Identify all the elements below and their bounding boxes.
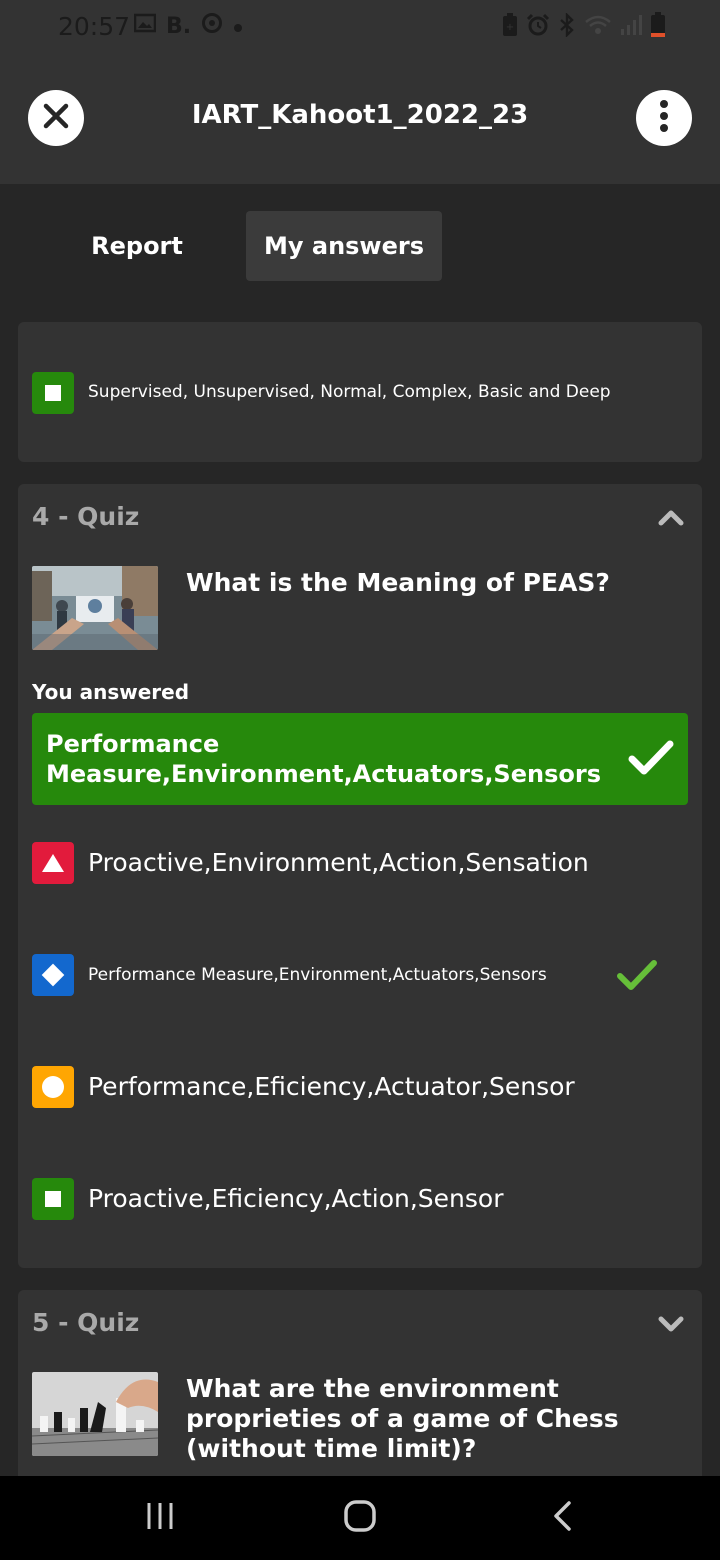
b-app-icon: B. [166,14,192,39]
question-image [32,566,158,650]
correct-check-icon [616,958,658,996]
option-text: Proactive,Environment,Action,Sensation [88,848,589,877]
you-answered-label: You answered [32,680,190,704]
question-number: 4 - Quiz [32,502,140,531]
close-button[interactable] [28,90,84,146]
header: IART_Kahoot1_2022_23 [0,56,720,184]
question-card-3: Supervised, Unsupervised, Normal, Comple… [18,322,702,462]
image-icon [133,13,157,41]
question-card-5[interactable]: 5 - Quiz What are the environment propri… [18,1290,702,1476]
question-card-4: 4 - Quiz What is the Meaning of PEAS? Yo… [18,484,702,1268]
wifi-icon [584,14,612,40]
answers-list[interactable]: Supervised, Unsupervised, Normal, Comple… [0,322,720,1476]
alarm-icon [526,13,550,41]
bluetooth-icon [558,12,576,41]
status-bar: 20:57 B. + [0,0,720,56]
battery-saver-icon: + [502,13,518,41]
collapse-button[interactable] [658,510,684,530]
more-options-button[interactable] [636,90,692,146]
home-icon [343,1499,377,1537]
tab-bar: Report My answers [0,184,720,310]
your-answer-box: Performance Measure,Environment,Actuator… [32,713,688,805]
back-button[interactable] [532,1498,592,1538]
status-time: 20:57 [58,12,131,41]
page-title: IART_Kahoot1_2022_23 [191,100,529,130]
sync-app-icon [201,12,223,42]
navigation-bar [0,1476,720,1560]
option-text: Proactive,Eficiency,Action,Sensor [88,1184,504,1213]
chevron-down-icon [658,1316,684,1336]
option-text: Supervised, Unsupervised, Normal, Comple… [88,382,611,402]
question-number: 5 - Quiz [32,1308,140,1337]
tab-my-answers[interactable]: My answers [246,211,442,281]
dot-icon [233,13,243,41]
chevron-up-icon [658,510,684,530]
triangle-shape-icon [32,842,74,884]
diamond-shape-icon [32,954,74,996]
status-right-icons: + [502,12,666,42]
tab-report[interactable]: Report [68,211,206,281]
more-vertical-icon [659,99,669,137]
question-text: What is the Meaning of PEAS? [186,568,610,597]
option-text: Performance Measure,Environment,Actuator… [88,965,547,985]
signal-icon [620,14,642,40]
recent-apps-icon [145,1501,175,1535]
square-shape-icon [32,372,74,414]
status-left-icons: B. [133,12,243,42]
question-image [32,1372,158,1456]
recent-apps-button[interactable] [130,1498,190,1538]
home-button[interactable] [330,1498,390,1538]
svg-text:+: + [506,22,514,33]
battery-low-icon [650,12,666,42]
circle-shape-icon [32,1066,74,1108]
your-answer-text: Performance Measure,Environment,Actuator… [46,730,601,788]
option-text: Performance,Eficiency,Actuator,Sensor [88,1072,575,1101]
close-icon [42,102,70,134]
expand-button[interactable] [658,1316,684,1336]
correct-check-icon [628,739,674,781]
question-text: What are the environment proprieties of … [186,1374,619,1463]
square-shape-icon [32,1178,74,1220]
back-icon [551,1500,573,1536]
